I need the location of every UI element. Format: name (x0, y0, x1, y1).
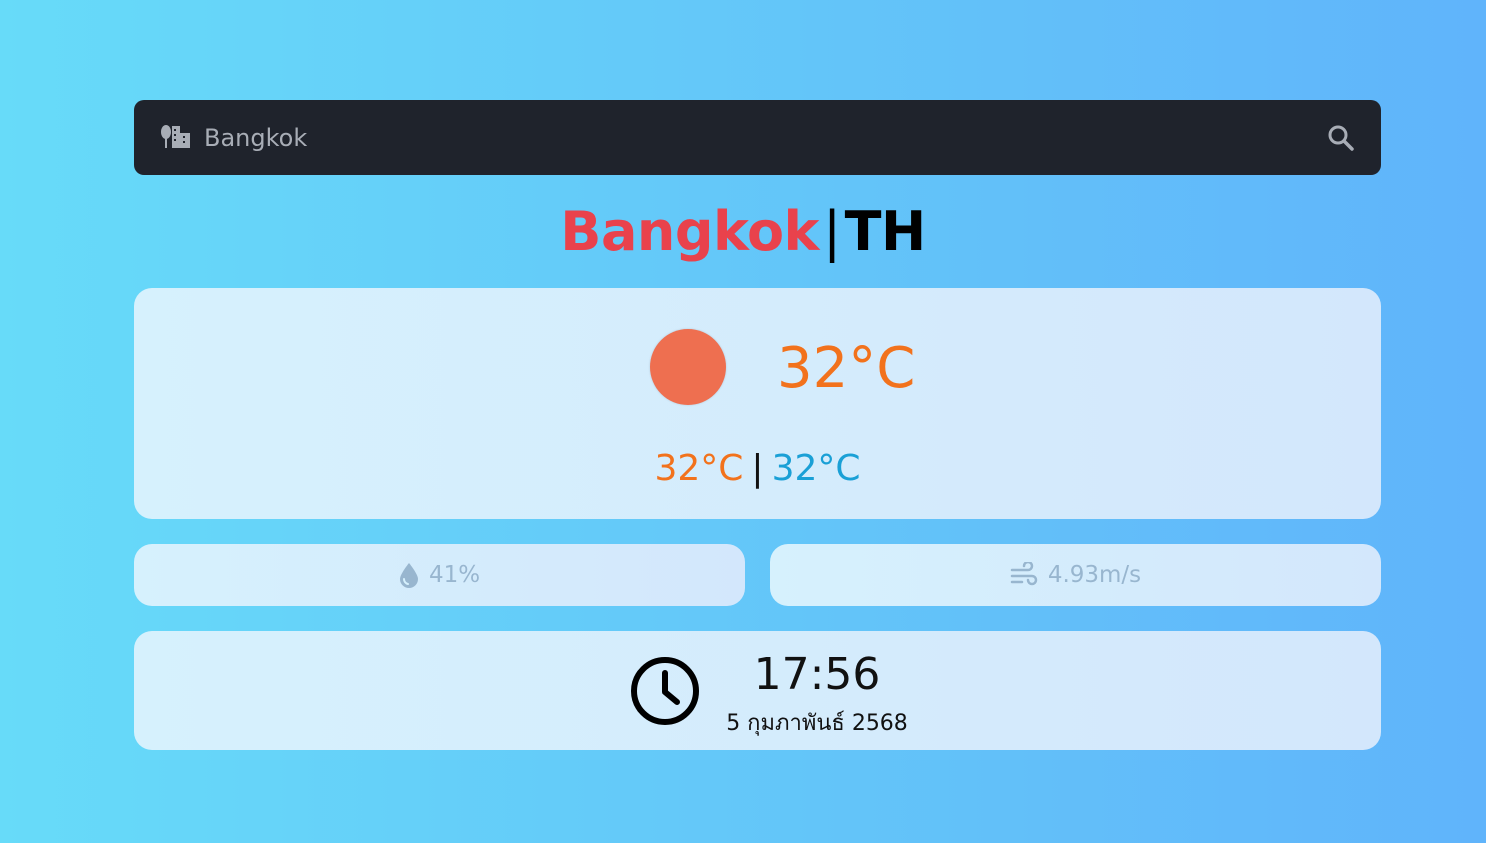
country-code: TH (844, 200, 927, 263)
city-icon (160, 124, 192, 152)
humidity-value: 41% (428, 562, 481, 588)
time-card: 17:56 5 กุมภาพันธ์ 2568 (134, 631, 1381, 750)
temp-max: 32°C (654, 448, 744, 489)
search-icon (1328, 125, 1354, 151)
location-title: Bangkok|TH (0, 200, 1486, 263)
temperature-range: 32°C | 32°C (134, 448, 1381, 489)
current-date: 5 กุมภาพันธ์ 2568 (726, 711, 908, 736)
title-separator: | (822, 200, 841, 263)
humidity-card: 41% (134, 544, 745, 606)
current-temperature: 32°C (777, 336, 916, 401)
weather-card: 32°C 32°C | 32°C (134, 288, 1381, 519)
current-time: 17:56 (753, 649, 881, 700)
clock-icon (631, 657, 699, 725)
temp-min: 32°C (771, 448, 861, 489)
city-name: Bangkok (560, 200, 819, 263)
sun-icon (650, 329, 726, 405)
search-input[interactable] (204, 123, 1325, 152)
droplet-icon (399, 563, 418, 588)
search-button[interactable] (1325, 122, 1357, 154)
range-separator: | (751, 448, 764, 489)
wind-card: 4.93m/s (770, 544, 1381, 606)
wind-value: 4.93m/s (1047, 562, 1142, 588)
wind-icon (1010, 562, 1038, 586)
search-bar (134, 100, 1381, 175)
